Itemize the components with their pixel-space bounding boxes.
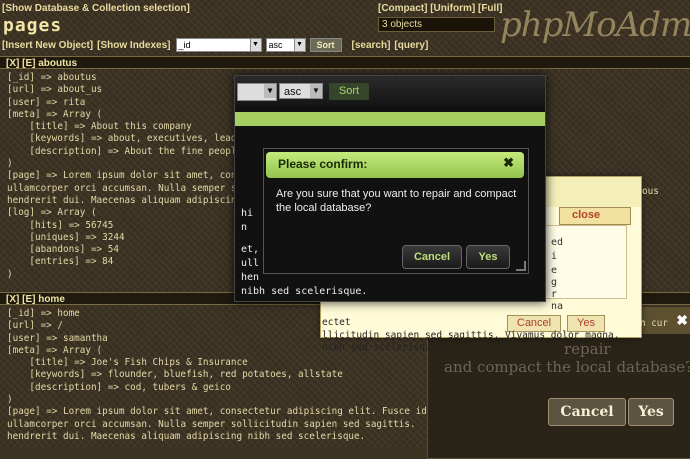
- dialog-text: r: [551, 289, 558, 300]
- confirm-dialog-header: Please confirm: ✖: [266, 152, 524, 178]
- field-line: [title] => Joe's Fish Chips & Insurance: [7, 357, 248, 369]
- sort-button[interactable]: Sort: [309, 38, 342, 52]
- background-text: hen: [241, 272, 260, 283]
- chevron-down-icon: ▼: [293, 39, 305, 51]
- view-mode-links[interactable]: [Compact] [Uniform] [Full]: [378, 3, 502, 14]
- field-line: [description] => cod, tubers & geico: [7, 381, 231, 393]
- query-link[interactable]: [query]: [394, 40, 428, 51]
- resize-handle[interactable]: [516, 261, 526, 271]
- chevron-down-icon: ▼: [264, 84, 276, 98]
- sort-button[interactable]: Sort: [329, 83, 369, 100]
- background-text: n: [241, 222, 248, 233]
- sort-direction-value: asc: [268, 40, 283, 50]
- field-line: ): [7, 394, 13, 406]
- dialog-code-line: ectet: [322, 317, 351, 328]
- cancel-button[interactable]: Cancel: [402, 245, 462, 269]
- confirm-dialog-title: Please confirm:: [278, 157, 368, 171]
- background-text: hi: [241, 208, 254, 219]
- dialog-text: ed: [551, 237, 564, 248]
- field-line: [page] => Lorem ipsum dolor sit amet, co…: [7, 406, 444, 418]
- dialog-content: [533, 225, 627, 299]
- overflow-text: n cur: [640, 318, 668, 329]
- page-title: pages: [3, 15, 63, 36]
- chevron-down-icon: ▼: [249, 39, 261, 51]
- object-header-aboutus[interactable]: [X] [E] aboutus: [0, 56, 690, 69]
- search-link[interactable]: [search]: [352, 40, 391, 51]
- dialog-text: i: [551, 251, 558, 262]
- field-line: ullamcorper orci accumsan. Nulla semper …: [7, 418, 416, 430]
- overflow-text: ous: [642, 186, 659, 197]
- dialog-text: g: [551, 277, 558, 288]
- field-line: hendrerit dui. Maecenas aliquam adipisci…: [7, 430, 366, 442]
- dialog-message-line: and compact the local database?: [444, 358, 690, 376]
- cancel-button[interactable]: Cancel: [548, 398, 626, 426]
- yes-button[interactable]: Yes: [628, 398, 674, 426]
- field-line: [keywords] => flounder, bluefish, red po…: [7, 369, 343, 381]
- close-label: close: [572, 209, 601, 221]
- show-indexes-link[interactable]: [Show Indexes]: [97, 40, 170, 51]
- background-text: et,: [241, 244, 260, 255]
- toolbar: [Insert New Object] [Show Indexes] _id ▼ …: [2, 38, 428, 52]
- sort-direction-select[interactable]: asc ▼: [265, 38, 306, 52]
- sort-direction-value: asc: [284, 86, 302, 98]
- show-db-link[interactable]: [Show Database & Collection selection]: [2, 3, 190, 14]
- app-logo: phpMoAdmin: [500, 5, 690, 45]
- window-accent-bar: [235, 112, 545, 126]
- sort-field-select[interactable]: _id ▼: [175, 38, 262, 52]
- background-text: ull: [241, 258, 260, 269]
- close-button[interactable]: close: [559, 207, 631, 225]
- background-text: nibh sed scelerisque.: [241, 286, 368, 297]
- confirm-dialog-message: Are you sure that you want to repair and…: [276, 188, 517, 214]
- close-icon[interactable]: ✖: [503, 155, 514, 171]
- dialog-text: e: [551, 265, 558, 276]
- dialog-code-text: ectet llicitudin sapien sed sagittis. Viv…: [322, 317, 619, 355]
- insert-object-link[interactable]: [Insert New Object]: [2, 40, 93, 51]
- yes-button[interactable]: Yes: [466, 245, 510, 269]
- sort-field-value: _id: [178, 40, 191, 50]
- dialog-text: na: [551, 301, 564, 312]
- sort-direction-select[interactable]: asc ▼: [279, 83, 323, 99]
- sort-field-select[interactable]: ▼: [237, 83, 277, 101]
- confirm-dialog: Please confirm: ✖ Are you sure that you …: [263, 148, 529, 274]
- close-icon[interactable]: ✖: [676, 312, 688, 329]
- object-count: 3 objects: [378, 17, 495, 32]
- chevron-down-icon: ▼: [310, 84, 322, 98]
- dialog-code-line: nibh sed scelerisque.: [322, 342, 443, 353]
- dialog-code-line: llicitudin sapien sed sagittis. Vivamus …: [322, 329, 620, 341]
